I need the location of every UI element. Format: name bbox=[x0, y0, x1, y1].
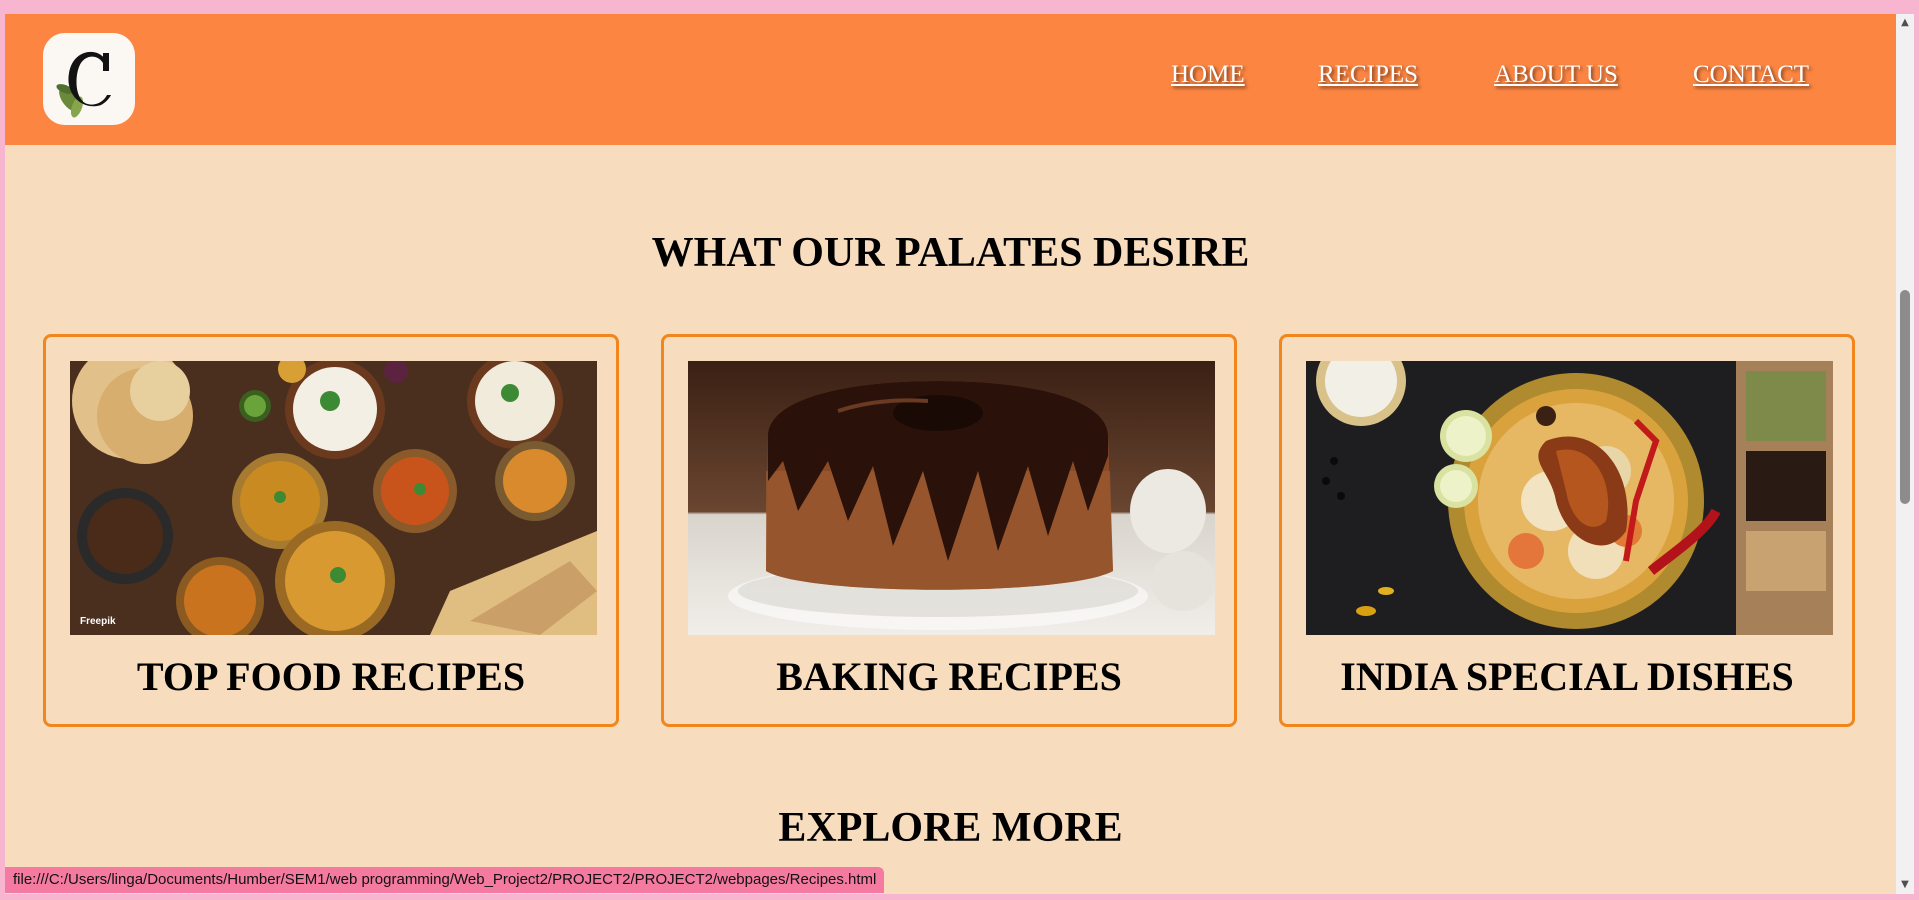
india-special-dishes-image bbox=[1306, 361, 1833, 635]
page-viewport: HOME RECIPES ABOUT US CONTACT WHAT OUR P… bbox=[5, 14, 1896, 894]
scroll-down-arrow-icon[interactable]: ▼ bbox=[1896, 876, 1914, 894]
letter-c-leaf-logo-icon bbox=[56, 51, 111, 118]
top-food-recipes-image: Freepik bbox=[70, 361, 597, 635]
card-title: TOP FOOD RECIPES bbox=[136, 654, 526, 699]
scroll-up-arrow-icon[interactable]: ▲ bbox=[1896, 14, 1914, 32]
nav-contact-link[interactable]: CONTACT bbox=[1693, 61, 1809, 89]
freepik-watermark: Freepik bbox=[80, 616, 116, 627]
card-top-food-recipes[interactable]: Freepik TOP FOOD RECIPES bbox=[43, 334, 619, 727]
card-title: INDIA SPECIAL DISHES bbox=[1340, 654, 1794, 699]
card-title: BAKING RECIPES bbox=[776, 654, 1122, 699]
explore-more-title: EXPLORE MORE bbox=[778, 805, 1123, 851]
navbar: HOME RECIPES ABOUT US CONTACT bbox=[5, 14, 1896, 145]
vertical-scrollbar[interactable]: ▲ ▼ bbox=[1896, 14, 1914, 894]
card-baking-recipes[interactable]: BAKING RECIPES bbox=[661, 334, 1237, 727]
browser-top-strip bbox=[0, 0, 1919, 14]
card-india-special-dishes[interactable]: INDIA SPECIAL DISHES bbox=[1279, 334, 1855, 727]
scrollbar-thumb[interactable] bbox=[1900, 290, 1910, 504]
nav-about-us-link[interactable]: ABOUT US bbox=[1494, 61, 1618, 89]
status-bar-url: file:///C:/Users/linga/Documents/Humber/… bbox=[5, 867, 885, 893]
site-logo[interactable] bbox=[43, 33, 135, 125]
nav-home-link[interactable]: HOME bbox=[1171, 61, 1245, 89]
nav-recipes-link[interactable]: RECIPES bbox=[1318, 61, 1418, 89]
baking-recipes-image bbox=[688, 361, 1215, 635]
section-title: WHAT OUR PALATES DESIRE bbox=[651, 230, 1250, 276]
